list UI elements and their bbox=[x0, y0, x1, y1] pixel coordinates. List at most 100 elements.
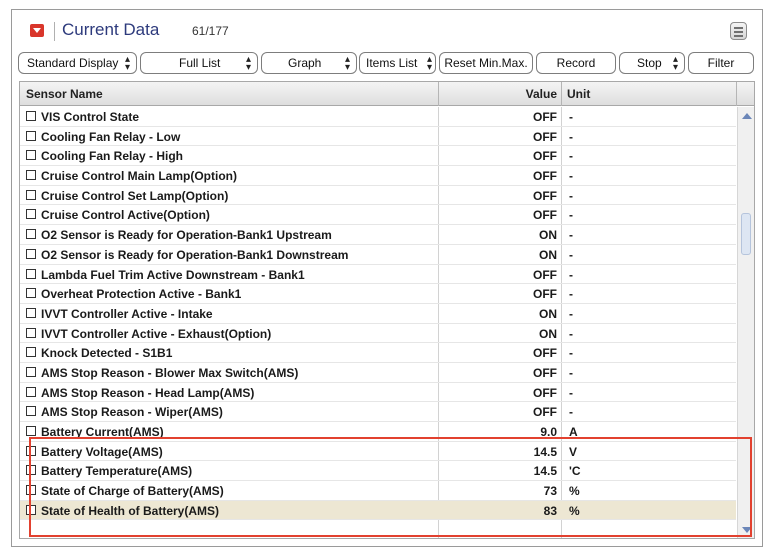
table-row[interactable]: Knock Detected - S1B1 OFF - bbox=[20, 343, 736, 363]
checkbox-icon[interactable] bbox=[26, 485, 36, 496]
table-row[interactable]: State of Health of Battery(AMS) 83% bbox=[20, 500, 736, 521]
checkbox-icon[interactable] bbox=[26, 307, 36, 318]
sensor-value: ON bbox=[539, 247, 557, 262]
sensor-name: AMS Stop Reason - Wiper(AMS) bbox=[41, 405, 223, 420]
column-divider bbox=[561, 82, 562, 106]
vertical-scrollbar[interactable] bbox=[737, 107, 754, 538]
checkbox-icon[interactable] bbox=[26, 229, 36, 240]
record-button[interactable]: Record bbox=[536, 52, 616, 74]
checkbox-icon[interactable] bbox=[26, 150, 36, 161]
checkbox-icon[interactable] bbox=[26, 386, 36, 397]
checkbox-icon[interactable] bbox=[26, 445, 36, 456]
filter-button[interactable]: Filter bbox=[688, 52, 754, 74]
table-row[interactable]: Battery Voltage(AMS) 14.5 V bbox=[20, 442, 736, 462]
sensor-unit: - bbox=[569, 247, 573, 262]
checkbox-icon[interactable] bbox=[26, 327, 36, 338]
sensor-name: Cruise Control Main Lamp(Option) bbox=[41, 169, 237, 184]
checkbox-icon[interactable] bbox=[26, 268, 36, 279]
sensor-value: 9.0 bbox=[540, 425, 557, 439]
sensor-value: OFF bbox=[533, 346, 557, 361]
column-header-value[interactable]: Value bbox=[440, 87, 557, 101]
checkbox-icon[interactable] bbox=[26, 366, 36, 377]
sensor-name: VIS Control State bbox=[41, 110, 140, 124]
table-row[interactable]: Cruise Control Active(Option) OFF - bbox=[20, 205, 736, 226]
table-row[interactable]: Cooling Fan Relay - High OFF - bbox=[20, 146, 736, 167]
table-row[interactable]: Cruise Control Set Lamp(Option) OFF - bbox=[20, 186, 736, 206]
dropdown-caret-icon: ▴ ▾ bbox=[245, 54, 251, 73]
table-row[interactable]: AMS Stop Reason - Wiper(AMS) OFF - bbox=[20, 402, 736, 422]
scroll-down-arrow-icon[interactable] bbox=[742, 527, 752, 533]
table-row[interactable]: Lambda Fuel Trim Active Downstream - Ban… bbox=[20, 265, 736, 285]
table-row[interactable]: AMS Stop Reason - Head Lamp(AMS) OFF - bbox=[20, 383, 736, 403]
sensor-unit: - bbox=[569, 129, 573, 144]
table-row[interactable]: AMS Stop Reason - Blower Max Switch(AMS)… bbox=[20, 363, 736, 383]
sensor-value: OFF bbox=[533, 365, 557, 380]
table-row[interactable]: Battery Temperature(AMS) 14.5 'C bbox=[20, 461, 736, 482]
sensor-value: ON bbox=[539, 228, 557, 243]
table-row[interactable]: VIS Control State OFF - bbox=[20, 107, 736, 127]
table-row[interactable]: IVVT Controller Active - Exhaust(Option)… bbox=[20, 324, 736, 344]
sensor-value: OFF bbox=[533, 110, 557, 124]
table-row[interactable]: O2 Sensor is Ready for Operation-Bank1 U… bbox=[20, 225, 736, 245]
checkbox-icon[interactable] bbox=[26, 189, 36, 200]
graph-dropdown[interactable]: Graph ▴ ▾ bbox=[261, 52, 357, 74]
sensor-value: OFF bbox=[533, 149, 557, 164]
item-count: 61/177 bbox=[192, 24, 229, 38]
checkbox-icon[interactable] bbox=[26, 248, 36, 259]
sensor-value: ON bbox=[539, 306, 557, 321]
sensor-value: OFF bbox=[533, 169, 557, 184]
scroll-thumb[interactable] bbox=[741, 213, 751, 255]
table-row[interactable]: Cruise Control Main Lamp(Option) OFF - bbox=[20, 166, 736, 186]
checkbox-icon[interactable] bbox=[26, 130, 36, 141]
sensor-unit: - bbox=[569, 169, 573, 184]
sensor-name: Battery Voltage(AMS) bbox=[41, 444, 163, 459]
sensor-unit: - bbox=[569, 188, 573, 203]
page-title: Current Data bbox=[62, 20, 160, 39]
column-header-unit[interactable]: Unit bbox=[567, 87, 590, 101]
table-row[interactable]: Cooling Fan Relay - Low OFF - bbox=[20, 127, 736, 147]
checkbox-icon[interactable] bbox=[26, 170, 36, 181]
sensor-name: Cruise Control Set Lamp(Option) bbox=[41, 188, 229, 203]
table-row[interactable]: O2 Sensor is Ready for Operation-Bank1 D… bbox=[20, 245, 736, 265]
sensor-unit: - bbox=[569, 110, 573, 124]
scroll-up-arrow-icon[interactable] bbox=[742, 113, 752, 119]
sensor-unit: - bbox=[569, 149, 573, 164]
sensor-name: IVVT Controller Active - Exhaust(Option) bbox=[41, 326, 272, 341]
sensor-value: ON bbox=[539, 326, 557, 341]
checkbox-icon[interactable] bbox=[26, 504, 36, 515]
full-list-dropdown[interactable]: Full List ▴ ▾ bbox=[140, 52, 258, 74]
column-header-sensor-name[interactable]: Sensor Name bbox=[26, 87, 103, 101]
sensor-name: AMS Stop Reason - Head Lamp(AMS) bbox=[41, 385, 255, 400]
sensor-unit: 'C bbox=[569, 464, 581, 479]
checkbox-icon[interactable] bbox=[26, 426, 36, 436]
checkbox-icon[interactable] bbox=[26, 465, 36, 476]
dropdown-caret-icon: ▴ ▾ bbox=[426, 54, 432, 73]
stop-dropdown[interactable]: Stop ▴ ▾ bbox=[619, 52, 685, 74]
checkbox-icon[interactable] bbox=[26, 406, 36, 417]
table-row[interactable]: Battery Current(AMS) 9.0 A bbox=[20, 422, 736, 442]
standard-display-dropdown[interactable]: Standard Display ▴ ▾ bbox=[18, 52, 137, 74]
sensor-data-table: Sensor Name Value Unit VIS Control State… bbox=[19, 81, 755, 539]
items-list-dropdown[interactable]: Items List ▴ ▾ bbox=[359, 52, 436, 74]
collapse-chevron-icon[interactable] bbox=[30, 24, 44, 37]
checkbox-icon[interactable] bbox=[26, 347, 36, 358]
sensor-unit: - bbox=[569, 228, 573, 243]
standard-display-label: Standard Display bbox=[27, 56, 119, 70]
table-row[interactable]: IVVT Controller Active - Intake ON - bbox=[20, 304, 736, 324]
checkbox-icon[interactable] bbox=[26, 288, 36, 299]
table-row[interactable]: State of Charge of Battery(AMS) 73% bbox=[20, 481, 736, 501]
sensor-value: OFF bbox=[533, 385, 557, 400]
column-divider bbox=[438, 82, 439, 106]
dropdown-caret-icon: ▴ ▾ bbox=[344, 54, 350, 73]
table-row[interactable]: Overheat Protection Active - Bank1 OFF - bbox=[20, 284, 736, 304]
sensor-unit: - bbox=[569, 346, 573, 361]
checkbox-icon[interactable] bbox=[26, 209, 36, 220]
dropdown-caret-icon: ▴ ▾ bbox=[672, 54, 678, 73]
title-bar: Current Data 61/177 bbox=[12, 10, 762, 50]
checkbox-icon[interactable] bbox=[26, 111, 36, 121]
menu-icon[interactable] bbox=[730, 22, 747, 40]
sensor-name: Cooling Fan Relay - Low bbox=[41, 129, 181, 144]
sensor-name: O2 Sensor is Ready for Operation-Bank1 D… bbox=[41, 247, 349, 262]
reset-min-max-button[interactable]: Reset Min.Max. bbox=[439, 52, 533, 74]
sensor-name: Cruise Control Active(Option) bbox=[41, 208, 210, 223]
